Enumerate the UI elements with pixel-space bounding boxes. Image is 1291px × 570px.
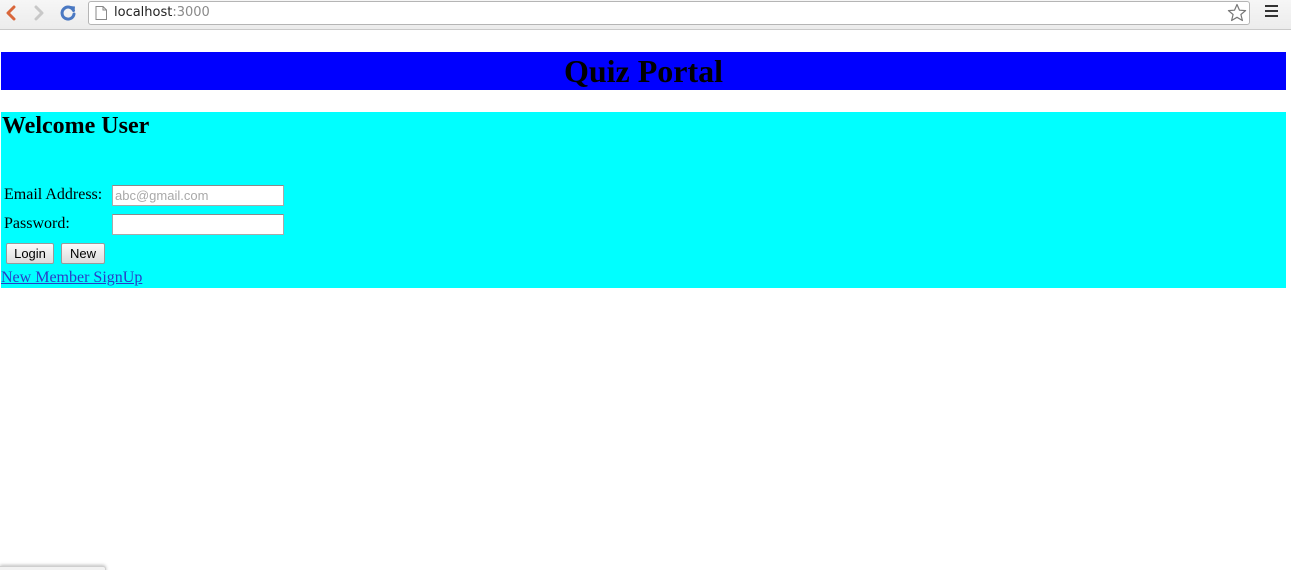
password-field[interactable] [112, 214, 284, 235]
address-bar[interactable]: localhost:3000 [88, 1, 1250, 25]
login-panel: Welcome User Email Address: Password: Lo… [1, 112, 1286, 288]
email-label: Email Address: [4, 186, 103, 203]
back-arrow-icon[interactable] [0, 2, 22, 24]
new-button[interactable]: New [61, 243, 105, 264]
url-text: localhost:3000 [114, 5, 210, 21]
login-button[interactable]: Login [6, 243, 54, 264]
page-icon [95, 6, 107, 20]
url-port: :3000 [172, 5, 210, 20]
signup-link[interactable]: New Member SignUp [1, 269, 142, 287]
browser-toolbar: localhost:3000 [0, 0, 1291, 30]
url-host: localhost [114, 5, 173, 20]
star-icon[interactable] [1227, 3, 1247, 23]
email-field[interactable] [112, 185, 284, 206]
reload-icon[interactable] [57, 2, 79, 24]
welcome-heading: Welcome User [2, 113, 150, 139]
page-title: Quiz Portal [563, 53, 724, 89]
password-label: Password: [4, 215, 70, 232]
hamburger-menu-icon[interactable] [1265, 5, 1279, 19]
status-bubble [0, 566, 106, 570]
forward-arrow-icon[interactable] [28, 2, 50, 24]
header-banner: Quiz Portal [1, 52, 1286, 90]
